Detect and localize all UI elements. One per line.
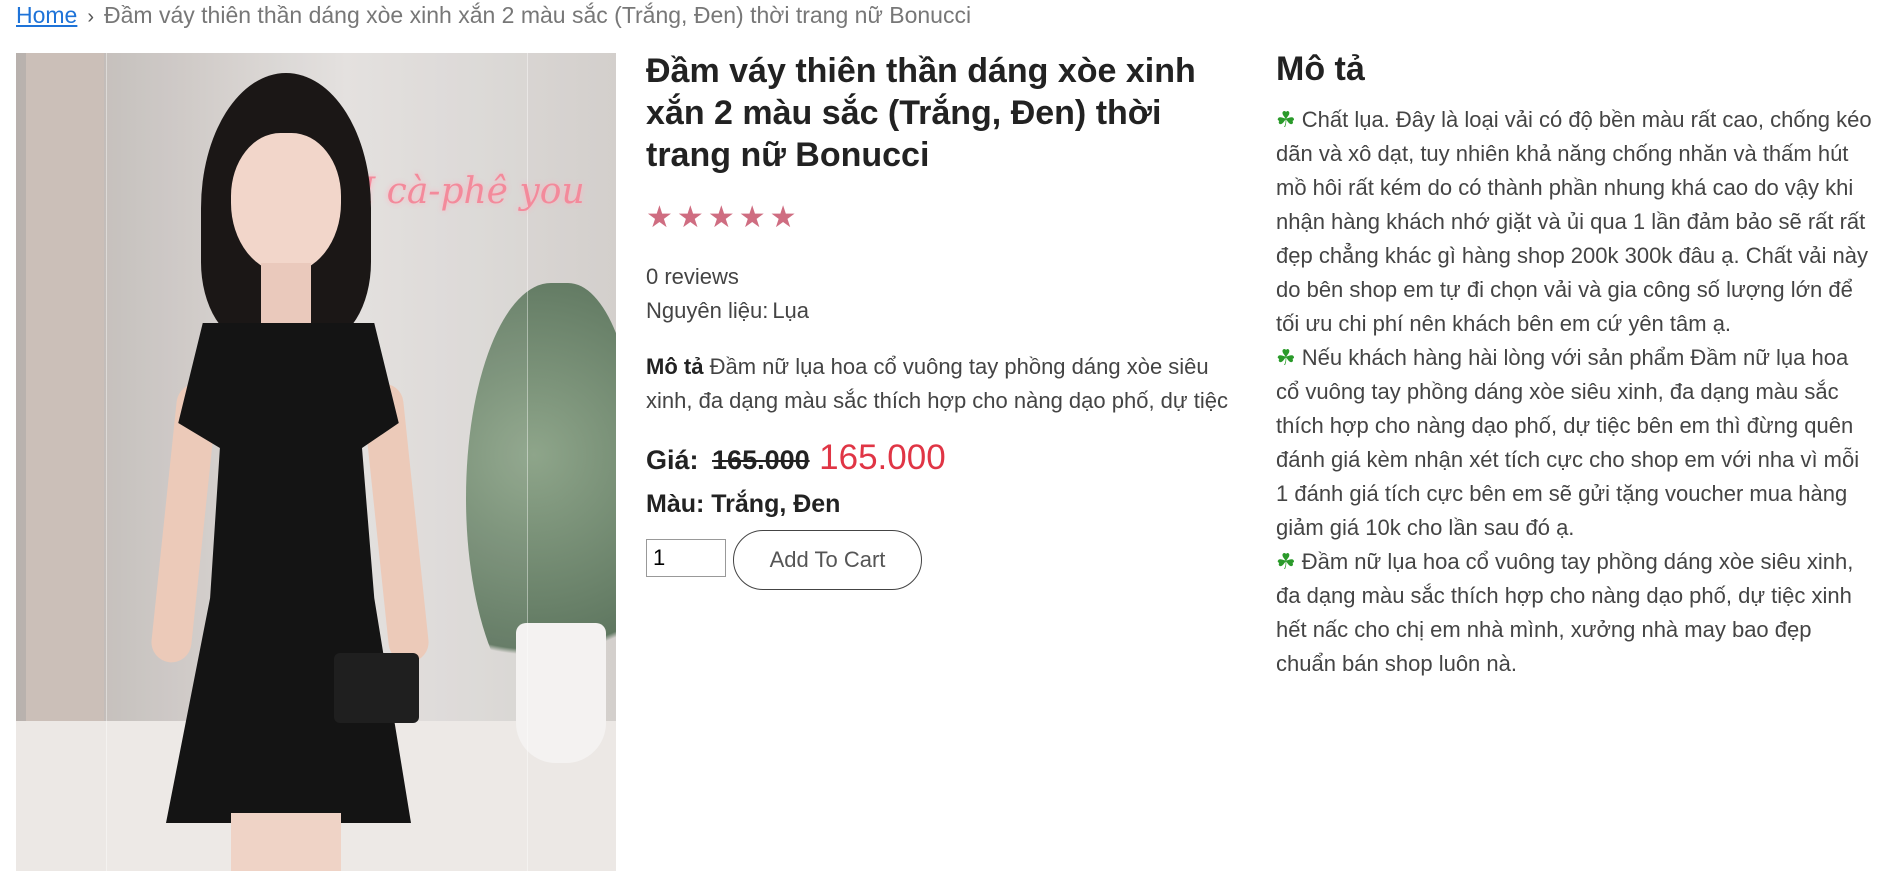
- clover-icon: ☘: [1276, 107, 1296, 132]
- clover-icon: ☘: [1276, 345, 1296, 370]
- color-info: Màu: Trắng, Đen: [646, 490, 841, 518]
- material-info: Nguyên liệu: Lụa: [646, 298, 809, 324]
- short-description: Mô tả Đầm nữ lụa hoa cổ vuông tay phồng …: [646, 350, 1246, 418]
- description-paragraph: ☘ Nếu khách hàng hài lòng với sản phẩm Đầ…: [1276, 345, 1860, 540]
- quantity-input[interactable]: [646, 539, 726, 577]
- short-description-label: Mô tả: [646, 354, 704, 379]
- breadcrumb-home-link[interactable]: Home: [16, 2, 77, 28]
- material-label: Nguyên liệu:: [646, 298, 769, 323]
- description-body: ☘ Chất lụa. Đây là loại vải có độ bền màu…: [1276, 103, 1876, 681]
- price-new: 165.000: [819, 438, 946, 477]
- star-icon: ★: [646, 201, 673, 234]
- material-value: Lụa: [772, 298, 810, 323]
- description-paragraph: ☘ Đầm nữ lụa hoa cổ vuông tay phồng dáng …: [1276, 549, 1854, 676]
- star-icon: ★: [676, 201, 704, 234]
- description-paragraph: ☘ Chất lụa. Đây là loại vải có độ bền màu…: [1276, 107, 1872, 336]
- price: Giá: 165.000 165.000: [646, 438, 946, 478]
- breadcrumb-current: Đầm váy thiên thần dáng xòe xinh xắn 2 m…: [104, 2, 972, 28]
- neon-sign-text: I cà-phê you: [361, 171, 585, 212]
- price-label: Giá:: [646, 445, 699, 475]
- breadcrumb: Home › Đầm váy thiên thần dáng xòe xinh xắ…: [16, 2, 971, 29]
- star-icon: ★: [738, 201, 766, 234]
- price-old: 165.000: [712, 445, 810, 475]
- rating-stars: ★ ★ ★ ★ ★: [646, 202, 797, 234]
- review-count: 0 reviews: [646, 264, 739, 289]
- short-description-text: Đầm nữ lụa hoa cổ vuông tay phồng dáng x…: [646, 354, 1228, 413]
- chevron-right-icon: ›: [87, 6, 95, 28]
- product-image[interactable]: I cà-phê you: [16, 53, 616, 871]
- star-icon: ★: [707, 201, 735, 234]
- description-heading: Mô tả: [1276, 50, 1365, 88]
- add-to-cart-button[interactable]: Add To Cart: [733, 530, 922, 590]
- product-title: Đầm váy thiên thần dáng xòe xinh xắn 2 m…: [646, 52, 1196, 174]
- clover-icon: ☘: [1276, 549, 1296, 574]
- star-icon: ★: [769, 201, 797, 234]
